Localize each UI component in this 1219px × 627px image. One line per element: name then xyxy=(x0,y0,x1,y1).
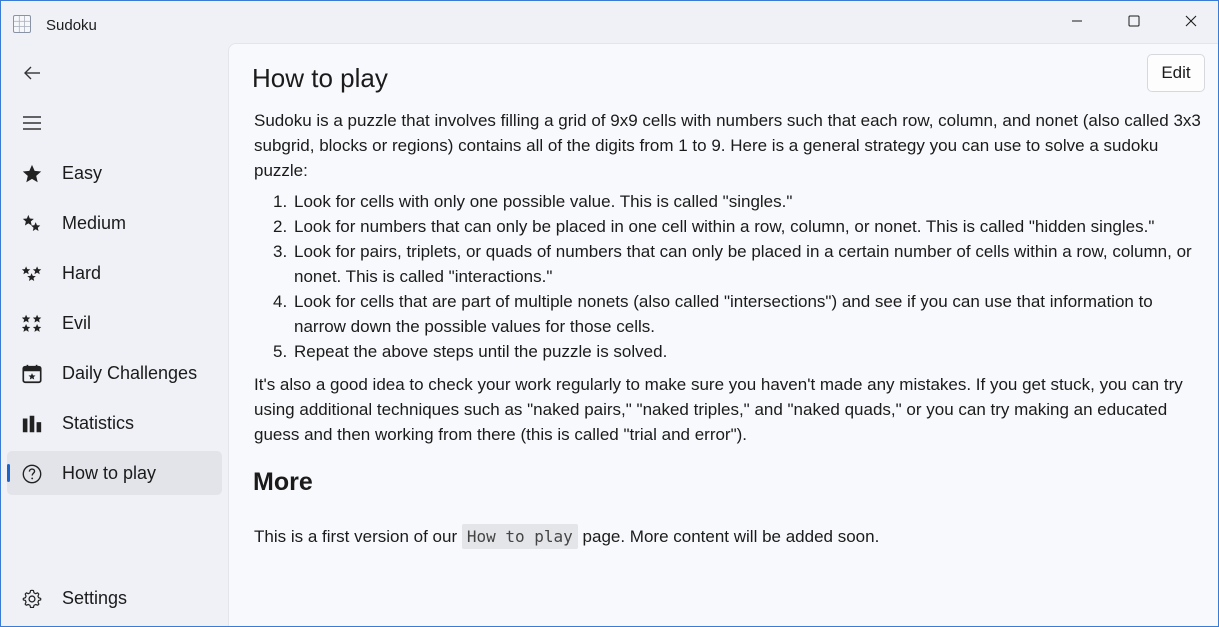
close-icon xyxy=(1185,15,1196,27)
sidebar-item-hard[interactable]: Hard xyxy=(7,251,222,295)
sidebar-item-label: Evil xyxy=(62,312,92,333)
list-item: 2. Look for numbers that can only be plac… xyxy=(273,217,1155,236)
title-bar: Sudoku xyxy=(1,1,1218,45)
star-filled-icon xyxy=(21,163,43,185)
more-paragraph: This is a first version of our How to pl… xyxy=(254,524,1204,549)
sidebar-item-evil[interactable]: Evil xyxy=(7,301,222,345)
sidebar-item-label: Daily Challenges xyxy=(62,362,198,383)
sidebar-item-settings[interactable]: Settings xyxy=(7,576,222,620)
calendar-star-icon xyxy=(21,363,43,385)
maximize-button[interactable] xyxy=(1105,1,1162,41)
outro-paragraph: It's also a good idea to check your work… xyxy=(254,375,1183,444)
back-button[interactable] xyxy=(9,53,55,93)
content-pane: How to play Edit Sudoku is a puzzle that… xyxy=(228,43,1218,626)
menu-toggle-button[interactable] xyxy=(9,103,55,143)
strategy-steps-list: 1. Look for cells with only one possible … xyxy=(254,189,1204,364)
intro-paragraph: Sudoku is a puzzle that involves filling… xyxy=(254,111,1201,180)
sidebar-item-label: Statistics xyxy=(62,412,135,433)
sidebar-item-label: Hard xyxy=(62,262,102,283)
hamburger-menu-icon xyxy=(23,116,41,130)
more-heading: More xyxy=(253,468,313,496)
three-stars-icon xyxy=(21,263,43,285)
question-circle-icon xyxy=(21,463,43,485)
sidebar-item-label: Settings xyxy=(62,587,128,608)
sudoku-app-icon xyxy=(13,15,31,33)
list-item: 1. Look for cells with only one possible … xyxy=(273,192,793,211)
page-title: How to play xyxy=(252,63,388,93)
sidebar-item-label: Easy xyxy=(62,162,103,183)
close-button[interactable] xyxy=(1162,1,1218,41)
selection-indicator xyxy=(7,464,10,482)
gear-icon xyxy=(21,588,43,610)
sidebar-item-medium[interactable]: Medium xyxy=(7,201,222,245)
back-arrow-icon xyxy=(24,66,40,80)
sidebar-item-label: How to play xyxy=(62,462,157,483)
four-stars-icon xyxy=(21,313,43,335)
sidebar-item-daily-challenges[interactable]: Daily Challenges xyxy=(7,351,222,395)
sidebar-item-easy[interactable]: Easy xyxy=(7,151,222,195)
list-item: 3. Look for pairs, triplets, or quads of … xyxy=(273,242,1192,286)
sidebar-item-how-to-play[interactable]: How to play xyxy=(7,451,222,495)
bar-chart-icon xyxy=(21,413,43,435)
list-item: 5. Repeat the above steps until the puzzl… xyxy=(273,342,668,361)
minimize-button[interactable] xyxy=(1048,1,1105,41)
minimize-icon xyxy=(1071,20,1082,22)
app-window: Sudoku Easy Medium Hard Evil Daily Chall… xyxy=(0,0,1219,627)
sidebar-nav: Easy Medium Hard Evil Daily Challenges S… xyxy=(7,151,222,501)
star-partial-icon xyxy=(21,213,43,235)
sidebar-item-statistics[interactable]: Statistics xyxy=(7,401,222,445)
maximize-icon xyxy=(1128,15,1139,27)
sidebar-item-label: Medium xyxy=(62,212,127,233)
inline-code: How to play xyxy=(461,524,578,549)
edit-button[interactable]: Edit xyxy=(1147,54,1205,92)
window-title: Sudoku xyxy=(46,17,97,34)
list-item: 4. Look for cells that are part of multip… xyxy=(273,292,1153,336)
